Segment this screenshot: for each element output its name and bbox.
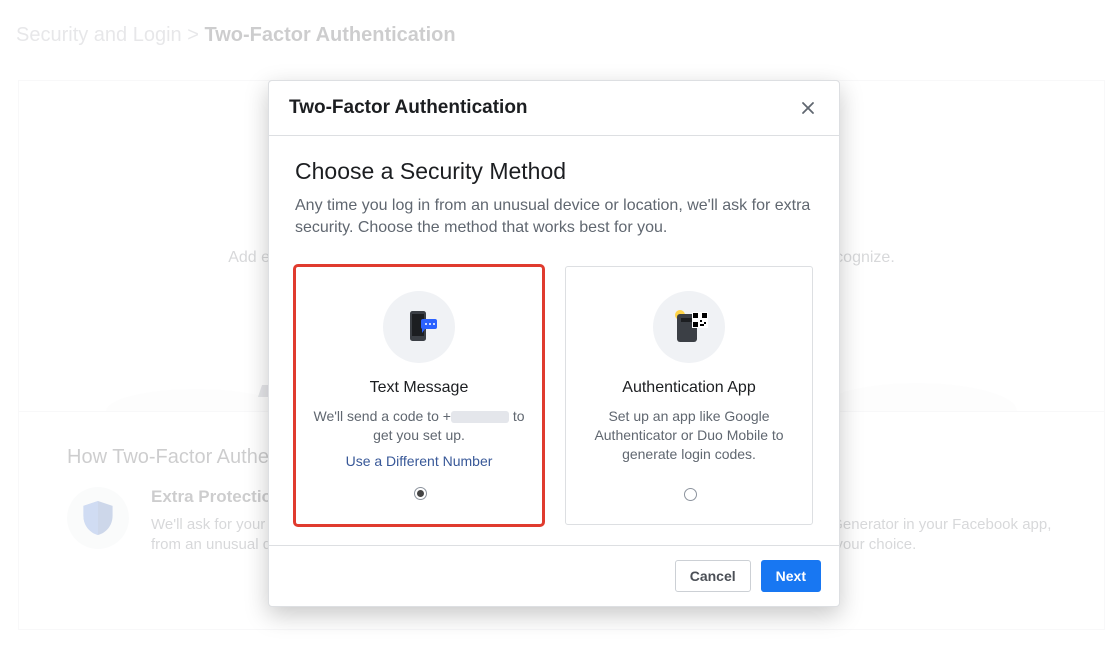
- cancel-button[interactable]: Cancel: [675, 560, 751, 592]
- option-radio-sms[interactable]: [414, 487, 427, 500]
- option-body: We'll send a code to + to get you set up…: [310, 407, 528, 445]
- close-icon: [801, 101, 815, 115]
- option-radio-app[interactable]: [684, 488, 697, 501]
- qr-app-icon: [653, 291, 725, 363]
- option-text-message[interactable]: Text Message We'll send a code to + to g…: [295, 266, 543, 525]
- two-factor-modal: Two-Factor Authentication Choose a Secur…: [268, 80, 840, 607]
- modal-title: Two-Factor Authentication: [289, 97, 528, 119]
- option-body-pre: We'll send a code to +: [313, 408, 450, 424]
- option-title: Text Message: [310, 379, 528, 397]
- close-button[interactable]: [797, 97, 819, 119]
- option-auth-app[interactable]: Authentication App Set up an app like Go…: [565, 266, 813, 525]
- method-options: Text Message We'll send a code to + to g…: [269, 266, 839, 545]
- next-button[interactable]: Next: [761, 560, 821, 592]
- modal-body: Choose a Security Method Any time you lo…: [269, 136, 839, 266]
- modal-heading: Choose a Security Method: [295, 158, 813, 185]
- modal-lead: Any time you log in from an unusual devi…: [295, 195, 813, 238]
- modal-header: Two-Factor Authentication: [269, 81, 839, 136]
- sms-icon: [383, 291, 455, 363]
- page-root: Security and Login > Two-Factor Authenti…: [0, 0, 1119, 656]
- phone-redacted: [451, 411, 509, 423]
- option-title: Authentication App: [580, 379, 798, 397]
- use-different-number-link[interactable]: Use a Different Number: [346, 453, 493, 469]
- option-body: Set up an app like Google Authenticator …: [580, 407, 798, 464]
- modal-footer: Cancel Next: [269, 545, 839, 606]
